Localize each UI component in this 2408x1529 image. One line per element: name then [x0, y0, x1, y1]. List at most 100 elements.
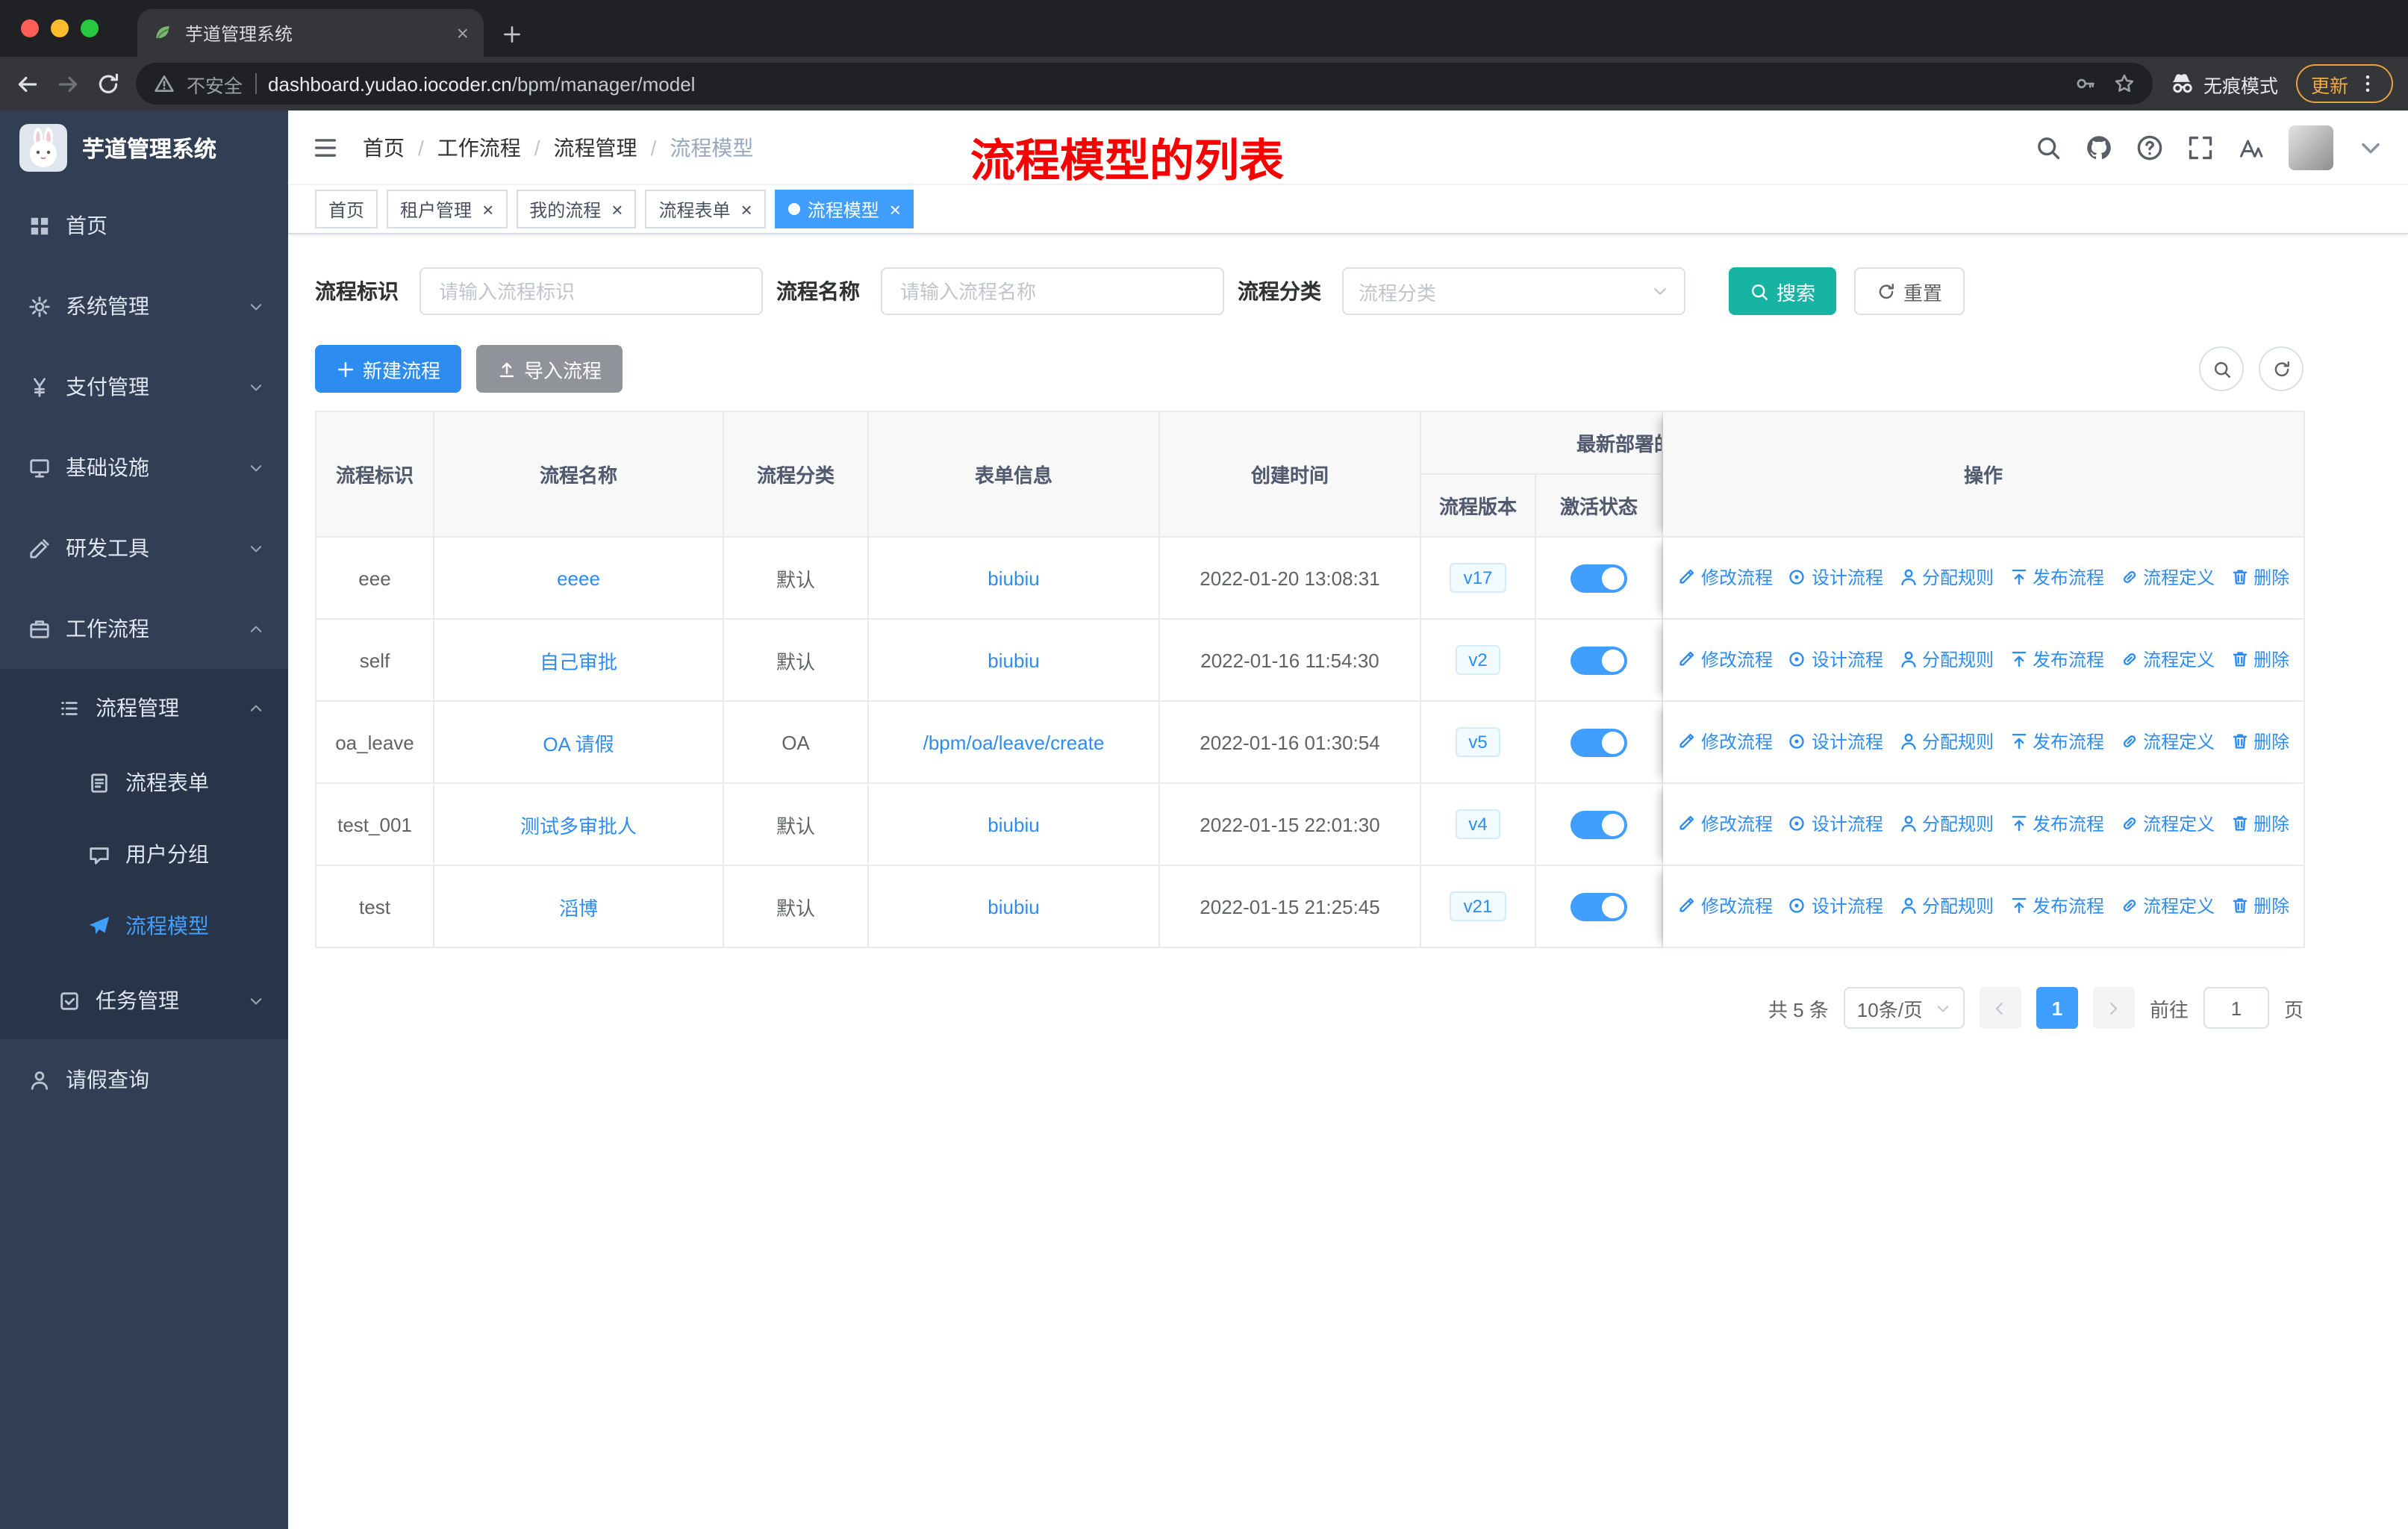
sidebar-item-system[interactable]: 系统管理	[0, 266, 288, 346]
address-bar[interactable]: 不安全 dashboard.yudao.iocoder.cn/bpm/manag…	[136, 63, 2153, 105]
sidebar-item-home[interactable]: 首页	[0, 185, 288, 266]
new-tab-button[interactable]	[502, 24, 523, 45]
action-link-link[interactable]: 流程定义	[2119, 893, 2215, 918]
action-trash-link[interactable]: 删除	[2230, 729, 2289, 754]
form-link[interactable]: /bpm/oa/leave/create	[923, 731, 1105, 753]
form-link[interactable]: biubiu	[988, 649, 1039, 671]
avatar-caret-icon[interactable]	[2357, 134, 2384, 161]
tag-close-icon[interactable]: ×	[611, 199, 623, 219]
process-key-input[interactable]	[419, 267, 763, 315]
password-key-icon[interactable]	[2075, 73, 2096, 94]
action-person-link[interactable]: 分配规则	[1898, 564, 1994, 590]
version-badge[interactable]: v5	[1455, 727, 1501, 757]
tag-首页[interactable]: 首页	[315, 190, 378, 228]
active-toggle[interactable]	[1570, 810, 1627, 838]
sidebar-item-devtools[interactable]: 研发工具	[0, 508, 288, 588]
action-link-link[interactable]: 流程定义	[2119, 729, 2215, 754]
form-link[interactable]: biubiu	[988, 567, 1039, 589]
hamburger-icon[interactable]	[312, 134, 339, 161]
model-name-link[interactable]: 自己审批	[540, 650, 617, 673]
action-publish-link[interactable]: 发布流程	[2009, 811, 2104, 836]
forward-button[interactable]	[55, 71, 81, 96]
version-badge[interactable]: v17	[1450, 563, 1506, 593]
action-person-link[interactable]: 分配规则	[1898, 647, 1994, 672]
active-toggle[interactable]	[1570, 728, 1627, 756]
tag-流程模型[interactable]: 流程模型 ×	[774, 190, 914, 228]
sidebar-item-leave-query[interactable]: 请假查询	[0, 1039, 288, 1120]
breadcrumb-item-workflow[interactable]: 工作流程	[437, 132, 521, 162]
toggle-search-button[interactable]	[2199, 346, 2244, 391]
action-person-link[interactable]: 分配规则	[1898, 729, 1994, 754]
search-button[interactable]: 搜索	[1729, 267, 1837, 315]
action-link-link[interactable]: 流程定义	[2119, 647, 2215, 672]
action-design-link[interactable]: 设计流程	[1788, 729, 1883, 754]
window-zoom-button[interactable]	[81, 19, 99, 37]
sidebar-item-task-mgmt[interactable]: 任务管理	[0, 962, 288, 1039]
category-select[interactable]: 流程分类	[1342, 267, 1685, 315]
tag-close-icon[interactable]: ×	[741, 199, 752, 219]
action-edit-link[interactable]: 修改流程	[1677, 647, 1773, 672]
sidebar-item-payment[interactable]: 支付管理	[0, 346, 288, 427]
action-edit-link[interactable]: 修改流程	[1677, 729, 1773, 754]
model-name-link[interactable]: 滔博	[559, 897, 598, 919]
tag-close-icon[interactable]: ×	[890, 199, 901, 219]
browser-tab[interactable]: 芋道管理系统 ×	[137, 9, 484, 57]
action-publish-link[interactable]: 发布流程	[2009, 564, 2104, 590]
next-page-button[interactable]	[2092, 987, 2135, 1029]
back-button[interactable]	[15, 71, 40, 96]
sidebar-item-user-group[interactable]: 用户分组	[0, 818, 288, 890]
sidebar-item-process-form[interactable]: 流程表单	[0, 747, 288, 818]
help-icon[interactable]	[2136, 134, 2163, 161]
fullscreen-icon[interactable]	[2187, 134, 2214, 161]
action-trash-link[interactable]: 删除	[2230, 564, 2289, 590]
version-badge[interactable]: v21	[1450, 891, 1506, 921]
action-trash-link[interactable]: 删除	[2230, 647, 2289, 672]
tab-close-icon[interactable]: ×	[457, 22, 469, 43]
active-toggle[interactable]	[1570, 646, 1627, 674]
page-1-button[interactable]: 1	[2036, 987, 2078, 1029]
action-design-link[interactable]: 设计流程	[1788, 811, 1883, 836]
tag-我的流程[interactable]: 我的流程 ×	[516, 190, 637, 228]
action-design-link[interactable]: 设计流程	[1788, 647, 1883, 672]
action-person-link[interactable]: 分配规则	[1898, 811, 1994, 836]
update-chip[interactable]: 更新	[2295, 64, 2393, 103]
action-design-link[interactable]: 设计流程	[1788, 564, 1883, 590]
create-model-button[interactable]: 新建流程	[315, 345, 462, 393]
font-size-icon[interactable]	[2238, 134, 2265, 161]
action-link-link[interactable]: 流程定义	[2119, 811, 2215, 836]
active-toggle[interactable]	[1570, 892, 1627, 921]
action-publish-link[interactable]: 发布流程	[2009, 729, 2104, 754]
model-name-link[interactable]: eeee	[557, 567, 600, 589]
tag-流程表单[interactable]: 流程表单 ×	[645, 190, 766, 228]
breadcrumb-item-process-mgmt[interactable]: 流程管理	[554, 132, 637, 162]
form-link[interactable]: biubiu	[988, 813, 1039, 835]
tag-租户管理[interactable]: 租户管理 ×	[387, 190, 508, 228]
reload-button[interactable]	[96, 71, 121, 96]
avatar[interactable]	[2289, 125, 2333, 169]
goto-page-input[interactable]	[2203, 987, 2269, 1029]
process-name-input[interactable]	[881, 267, 1224, 315]
version-badge[interactable]: v2	[1455, 645, 1501, 675]
active-toggle[interactable]	[1570, 564, 1627, 592]
refresh-table-button[interactable]	[2259, 346, 2303, 391]
sidebar-item-workflow[interactable]: 工作流程	[0, 588, 288, 669]
tag-close-icon[interactable]: ×	[482, 199, 493, 219]
sidebar-item-infrastructure[interactable]: 基础设施	[0, 427, 288, 508]
model-name-link[interactable]: 测试多审批人	[520, 815, 637, 837]
prev-page-button[interactable]	[1979, 987, 2021, 1029]
model-name-link[interactable]: OA 请假	[543, 732, 614, 755]
window-minimize-button[interactable]	[51, 19, 69, 37]
action-publish-link[interactable]: 发布流程	[2009, 893, 2104, 918]
sidebar-item-process-mgmt[interactable]: 流程管理	[0, 669, 288, 747]
action-link-link[interactable]: 流程定义	[2119, 564, 2215, 590]
window-close-button[interactable]	[21, 19, 39, 37]
action-trash-link[interactable]: 删除	[2230, 893, 2289, 918]
action-design-link[interactable]: 设计流程	[1788, 893, 1883, 918]
action-trash-link[interactable]: 删除	[2230, 811, 2289, 836]
bookmark-star-icon[interactable]	[2114, 73, 2135, 94]
breadcrumb-item-home[interactable]: 首页	[363, 132, 405, 162]
github-icon[interactable]	[2086, 134, 2112, 161]
search-icon[interactable]	[2035, 134, 2062, 161]
sidebar-item-process-model[interactable]: 流程模型	[0, 890, 288, 962]
action-publish-link[interactable]: 发布流程	[2009, 647, 2104, 672]
